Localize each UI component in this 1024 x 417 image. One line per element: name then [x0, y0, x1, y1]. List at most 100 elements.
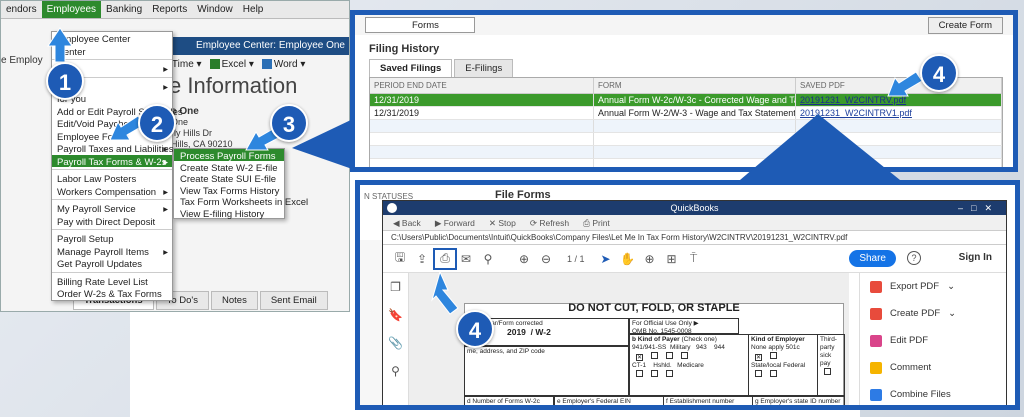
prev-page-icon[interactable]: ⊕	[513, 252, 535, 266]
menu-item[interactable]: My Payroll Service ▸	[52, 202, 172, 215]
empty-cell	[594, 159, 796, 167]
tool-export-pdf[interactable]: Export PDF ⌄	[860, 273, 1006, 300]
nav-stop-icon: ✕	[488, 218, 499, 228]
word-button[interactable]: Word ▾	[261, 59, 305, 70]
submenu-item[interactable]: Create State W-2 E-file	[174, 161, 284, 174]
chevron-down-icon: ⌄	[948, 308, 957, 319]
menu-endors[interactable]: endors	[1, 1, 42, 18]
menu-help[interactable]: Help	[238, 1, 269, 18]
nav-print-button[interactable]: ⎙ Print	[583, 218, 610, 228]
menu-item[interactable]: Payroll Setup	[52, 232, 172, 245]
forms-select[interactable]: Forms	[365, 17, 475, 33]
column-saved-pdf[interactable]: SAVED PDF	[796, 78, 1002, 93]
menu-item[interactable]: Order W-2s & Tax Forms	[52, 287, 172, 300]
submenu-item[interactable]: View E-filing History	[174, 207, 284, 220]
tool-icon	[870, 307, 882, 320]
tool-combine-files[interactable]: Combine Files	[860, 381, 1006, 405]
nav-back-button[interactable]: ◀ Back	[393, 218, 421, 228]
submenu-item[interactable]: Create State SUI E-file	[174, 172, 284, 185]
menu-item[interactable]: Workers Compensation ▸	[52, 185, 172, 198]
tool-edit-pdf[interactable]: Edit PDF	[860, 327, 1006, 354]
tool-comment[interactable]: Comment	[860, 354, 1006, 381]
table-row[interactable]: 12/31/2019 Annual Form W-2c/W-3c - Correc…	[370, 94, 1002, 107]
share-button[interactable]: Share	[849, 250, 896, 267]
create-form-button[interactable]: Create Form	[927, 16, 1003, 34]
print-button[interactable]: ⎙	[433, 247, 457, 270]
nav-stop-button[interactable]: ✕ Stop	[488, 218, 516, 228]
search-icon[interactable]: ⚲	[383, 357, 408, 385]
saved-pdf-link[interactable]: 20191231_W2CINTRV.pdf	[796, 94, 1002, 106]
form-cell: Annual Form W-2/W-3 - Wage and Tax State…	[594, 107, 796, 119]
fit-page-icon[interactable]: ⊞	[661, 252, 683, 266]
mail-icon[interactable]: ✉	[455, 252, 477, 266]
pages-icon[interactable]: ❐	[383, 273, 408, 301]
tab-saved-filings[interactable]: Saved Filings	[369, 59, 453, 77]
window-controls[interactable]: –□✕	[958, 201, 1000, 215]
page-indicator[interactable]: 1 / 1	[567, 254, 585, 264]
menu-employees[interactable]: Employees	[41, 1, 102, 18]
w2-form: DO NOT CUT, FOLD, OR STAPLE a Tax year/F…	[464, 302, 845, 405]
menu-window[interactable]: Window	[192, 1, 238, 18]
zoom-out-icon[interactable]: ⚲	[477, 252, 499, 266]
chevron-down-icon: ⌄	[947, 281, 956, 292]
menu-reports[interactable]: Reports	[147, 1, 192, 18]
menu-item[interactable]: Billing Rate Level List	[52, 275, 172, 288]
empty-table-row	[370, 159, 1002, 167]
callout-1: 1	[46, 62, 84, 100]
empty-table-row	[370, 120, 1002, 133]
markup-icon[interactable]: ⍑	[683, 251, 705, 266]
menu-item[interactable]: Employee Center	[52, 32, 172, 45]
column-form[interactable]: FORM	[594, 78, 796, 93]
form-cell: Annual Form W-2c/W-3c - Corrected Wage a…	[594, 94, 796, 106]
tool-label: Comment	[890, 362, 932, 373]
tool-create-pdf[interactable]: Create PDF ⌄	[860, 300, 1006, 327]
file-path-field[interactable]: C:\Users\Public\Documents\Intuit\QuickBo…	[383, 231, 1006, 245]
attachment-icon[interactable]: 📎	[383, 329, 408, 357]
employee-tab[interactable]: Notes	[211, 291, 258, 310]
excel-button[interactable]: Excel ▾	[209, 59, 254, 70]
next-page-icon[interactable]: ⊖	[535, 252, 557, 266]
empty-cell	[796, 133, 1002, 145]
third-party-sick-pay-box: Third-party sick pay	[817, 334, 845, 396]
quickbooks-pdf-window: QuickBooks –□✕ ◀ Back ▶ Forward ✕ Stop ⟳ Re…	[382, 200, 1007, 405]
employee-tab[interactable]: Sent Email	[259, 291, 328, 310]
menu-item[interactable]: Get Payroll Updates	[52, 257, 172, 270]
submenu-item[interactable]: View Tax Forms History	[174, 184, 284, 197]
select-cursor-icon[interactable]: ➤	[595, 252, 617, 266]
menu-item[interactable]: Payroll Tax Forms & W-2s ▸	[52, 154, 172, 168]
help-icon[interactable]: ?	[907, 251, 921, 265]
menu-item[interactable]: Payroll Taxes and Liabilities ▸	[52, 142, 174, 155]
menu-item[interactable]: Center	[52, 45, 172, 58]
menu-banking[interactable]: Banking	[101, 1, 147, 18]
menu-item[interactable]: Manage Payroll Items ▸	[52, 245, 172, 258]
quickbooks-employees-menu-screenshot: endors Employees Banking Reports Window Help …	[0, 0, 350, 312]
menu-item[interactable]: Labor Law Posters	[52, 172, 172, 185]
nav-label: Refresh	[539, 218, 570, 228]
submenu-item[interactable]: Tax Form Worksheets in Excel	[174, 195, 308, 208]
table-row[interactable]: 12/31/2019 Annual Form W-2/W-3 - Wage and…	[370, 107, 1002, 120]
nav-forward-button[interactable]: ▶ Forward	[435, 218, 475, 228]
bookmark-icon[interactable]: 🔖	[383, 301, 408, 329]
menu-item[interactable]: Pay with Direct Deposit	[52, 215, 172, 228]
nav-refresh-button[interactable]: ⟳ Refresh	[530, 218, 570, 228]
hand-tool-icon[interactable]: ✋	[617, 252, 639, 266]
zoom-in-icon[interactable]: ⊕	[639, 252, 661, 266]
submenu-item[interactable]: Process Payroll Forms	[174, 149, 284, 162]
sign-in-link[interactable]: Sign In	[959, 252, 992, 263]
employee-tab-fragment: e Employ	[1, 55, 43, 66]
save-icon[interactable]: 🖫	[389, 248, 411, 269]
menu-separator	[52, 169, 172, 170]
tab-e-filings[interactable]: E-Filings	[454, 59, 514, 77]
submenu-arrow-icon: ▸	[163, 144, 168, 155]
upload-icon[interactable]: ⇪	[411, 252, 433, 266]
pdf-viewer-panel: N STATUSES File Forms QuickBooks –□✕ ◀ B…	[355, 180, 1020, 410]
establishment-number-box: f Establishment number	[663, 396, 753, 405]
tool-icon	[870, 334, 882, 347]
submenu-arrow-icon: ▸	[163, 64, 168, 75]
callout-3: 3	[270, 104, 308, 142]
nav-label: Print	[592, 218, 610, 228]
column-period-end-date[interactable]: PERIOD END DATE	[370, 78, 594, 93]
filing-history-table: PERIOD END DATE FORM SAVED PDF 12/31/201…	[369, 77, 1003, 167]
saved-pdf-link[interactable]: 20191231_W2CINTRV1.pdf	[796, 107, 1002, 119]
nav-back-icon: ◀	[393, 218, 402, 228]
